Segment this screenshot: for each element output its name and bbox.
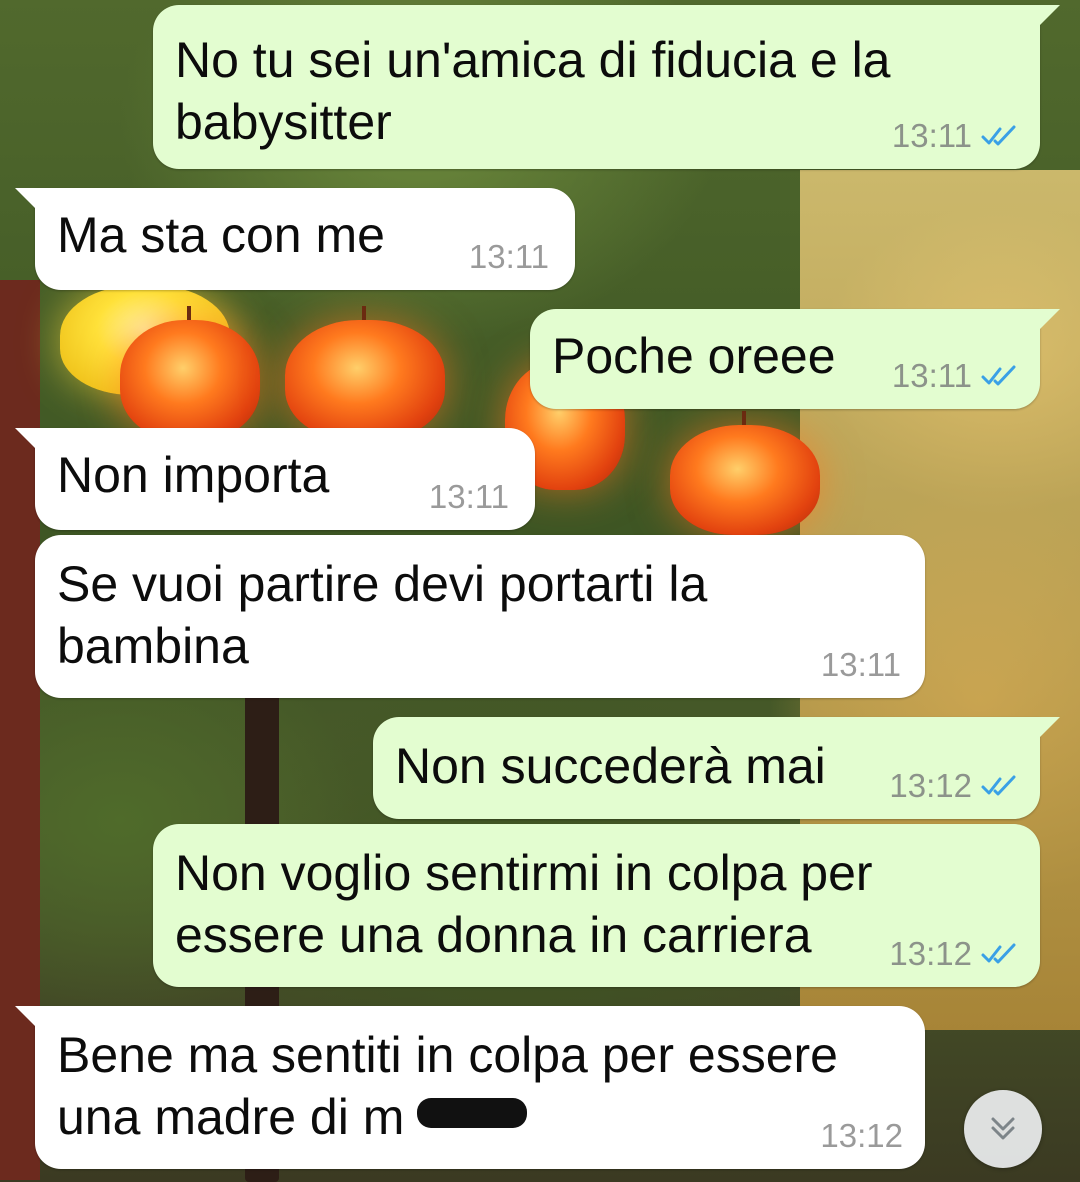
wallpaper-lantern (120, 306, 260, 440)
message-meta: 13:11 (821, 646, 901, 684)
read-ticks-icon (981, 365, 1016, 386)
message-meta: 13:11 (429, 478, 509, 516)
message-time: 13:12 (889, 935, 972, 972)
message-bubble-incoming[interactable]: Ma sta con me 13:11 (15, 188, 575, 290)
message-meta: 13:11 (892, 117, 1020, 155)
message-text: Non importa (57, 447, 330, 503)
read-ticks-icon (981, 125, 1016, 146)
redaction-mark (417, 1098, 527, 1128)
message-meta: 13:11 (892, 357, 1020, 395)
message-time: 13:12 (889, 767, 972, 804)
message-time: 13:11 (428, 478, 509, 515)
wallpaper-post (0, 280, 40, 1180)
message-text: Poche oreee (552, 328, 836, 384)
message-bubble-outgoing[interactable]: Non voglio sentirmi in colpa per essere … (153, 824, 1040, 987)
message-bubble-outgoing[interactable]: No tu sei un'amica di fiducia e la babys… (153, 5, 1060, 169)
message-bubble-outgoing[interactable]: Non succederà mai 13:12 (373, 717, 1060, 819)
read-ticks-icon (981, 775, 1016, 796)
message-meta: 13:12 (889, 767, 1020, 805)
message-text: No tu sei un'amica di fiducia e la babys… (175, 32, 891, 150)
scroll-to-bottom-button[interactable] (964, 1090, 1042, 1168)
message-text: Non voglio sentirmi in colpa per essere … (175, 845, 873, 963)
message-time: 13:11 (468, 238, 549, 275)
message-text: Non succederà mai (395, 738, 826, 794)
message-meta: 13:12 (820, 1117, 903, 1155)
message-time: 13:11 (820, 646, 901, 683)
message-time: 13:11 (891, 357, 972, 394)
message-bubble-incoming[interactable]: Non importa 13:11 (15, 428, 535, 530)
message-bubble-outgoing[interactable]: Poche oreee 13:11 (530, 309, 1060, 409)
wallpaper-lantern (670, 411, 820, 535)
message-time: 13:12 (820, 1117, 903, 1154)
wallpaper-lantern (285, 306, 445, 440)
message-text: Se vuoi partire devi portarti la bambina (57, 556, 708, 674)
message-text: Bene ma sentiti in colpa per essere una … (57, 1027, 838, 1145)
message-time: 13:11 (891, 117, 972, 154)
message-text: Ma sta con me (57, 207, 385, 263)
message-bubble-incoming[interactable]: Se vuoi partire devi portarti la bambina… (35, 535, 925, 698)
message-meta: 13:11 (469, 238, 549, 276)
message-bubble-incoming[interactable]: Bene ma sentiti in colpa per essere una … (15, 1006, 925, 1169)
double-chevron-down-icon (991, 1117, 1015, 1140)
read-ticks-icon (981, 943, 1016, 964)
message-meta: 13:12 (889, 935, 1020, 973)
